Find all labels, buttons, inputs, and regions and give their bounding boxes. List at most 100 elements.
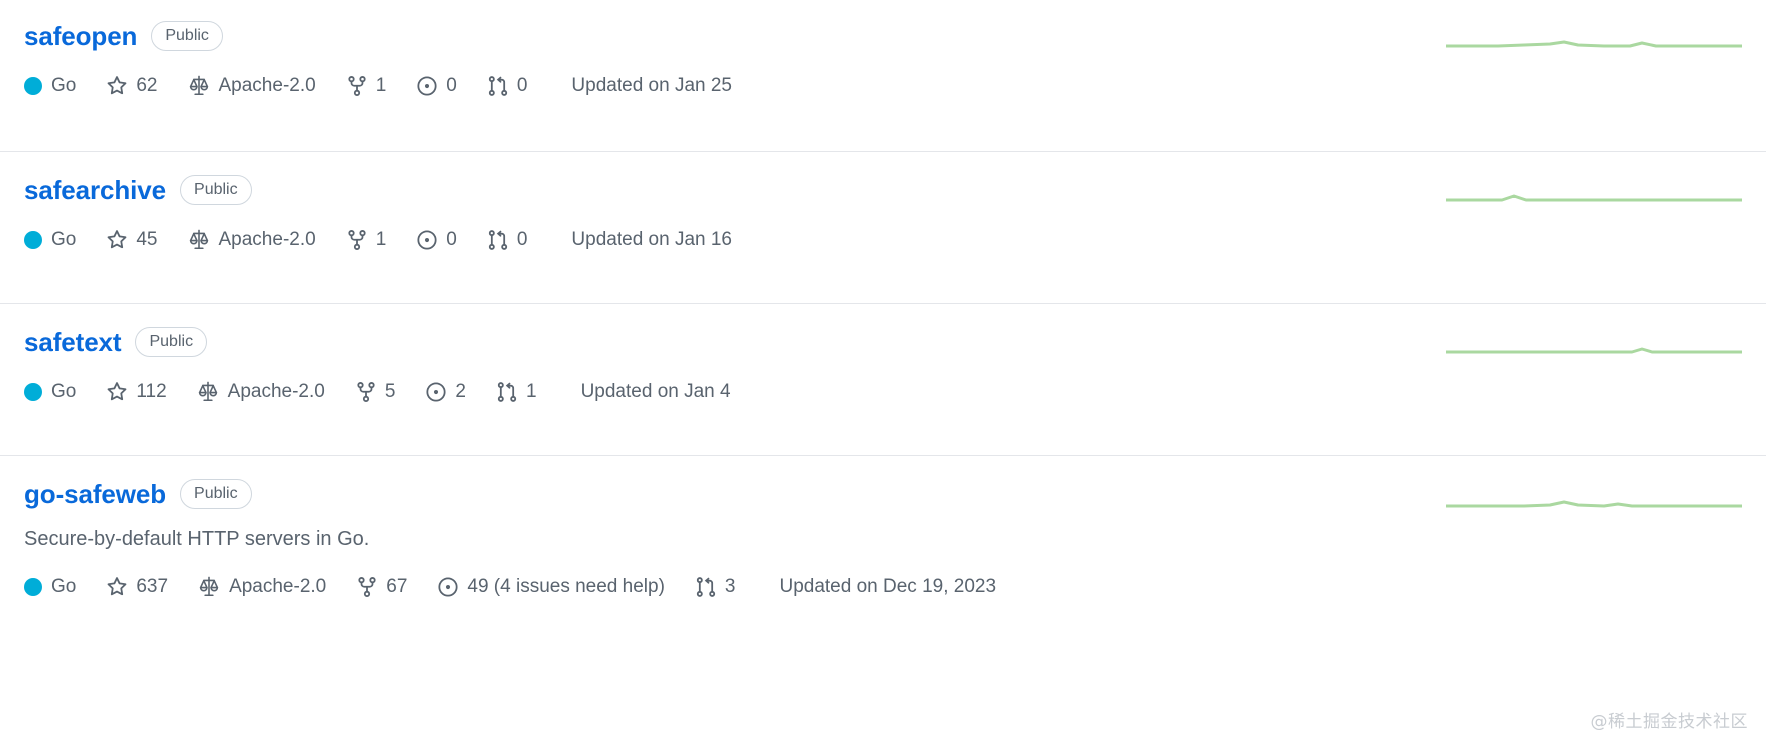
updated-timestamp: Updated on Jan 25 — [571, 75, 732, 96]
activity-graph — [1442, 20, 1742, 56]
repo-forked-icon — [356, 576, 378, 598]
issues-count: 0 — [446, 75, 457, 96]
issue-opened-icon — [425, 381, 447, 403]
repository-metadata: Go 637 Apache-2.0 67 49 (4 issues need h… — [24, 576, 1412, 598]
activity-sparkline — [1446, 347, 1742, 354]
license-label: Apache-2.0 — [229, 576, 327, 597]
repository-name-link[interactable]: safearchive — [24, 174, 166, 207]
repository-details: safearchive Public Go 45 Apache-2.0 1 0 … — [24, 174, 1412, 251]
stars-count: 112 — [136, 381, 167, 402]
language-indicator: Go — [24, 577, 76, 596]
repository-title-line: safearchive Public — [24, 174, 1412, 207]
stars-counter[interactable]: 62 — [106, 75, 158, 97]
law-scale-icon — [197, 381, 219, 403]
sparkline-path — [1446, 347, 1742, 354]
language-indicator: Go — [24, 76, 76, 95]
language-color-dot — [24, 382, 42, 401]
license-label: Apache-2.0 — [218, 229, 316, 250]
repository-list: safeopen Public Go 62 Apache-2.0 1 0 0 U… — [0, 0, 1766, 740]
repository-row[interactable]: go-safeweb Public Secure-by-default HTTP… — [0, 456, 1766, 740]
updated-timestamp: Updated on Jan 16 — [571, 229, 732, 250]
repository-row[interactable]: safetext Public Go 112 Apache-2.0 5 2 1 … — [0, 304, 1766, 456]
repository-name-link[interactable]: go-safeweb — [24, 478, 166, 511]
law-scale-icon — [188, 229, 210, 251]
issues-counter[interactable]: 0 — [416, 75, 457, 97]
repository-list-page: safeopen Public Go 62 Apache-2.0 1 0 0 U… — [0, 0, 1766, 740]
visibility-badge: Public — [151, 21, 223, 52]
issue-opened-icon — [437, 576, 459, 598]
activity-sparkline — [1446, 40, 1742, 48]
stars-counter[interactable]: 112 — [106, 381, 167, 403]
issues-counter[interactable]: 0 — [416, 229, 457, 251]
visibility-badge: Public — [180, 175, 252, 206]
law-scale-icon — [188, 75, 210, 97]
activity-sparkline — [1446, 194, 1742, 202]
sparkline-path — [1446, 194, 1742, 202]
issues-count: 2 — [455, 381, 466, 402]
site-watermark: @稀土掘金技术社区 — [1590, 712, 1748, 732]
star-icon — [106, 229, 128, 251]
stars-counter[interactable]: 637 — [106, 576, 168, 598]
repository-metadata: Go 45 Apache-2.0 1 0 0 Updated on Jan 16 — [24, 229, 1412, 251]
forks-counter[interactable]: 1 — [346, 229, 387, 251]
repository-details: safeopen Public Go 62 Apache-2.0 1 0 0 U… — [24, 20, 1412, 97]
star-icon — [106, 75, 128, 97]
visibility-badge: Public — [135, 327, 208, 358]
repo-forked-icon — [346, 229, 368, 251]
pull-requests-counter[interactable]: 3 — [695, 576, 736, 598]
pull-requests-count: 0 — [516, 229, 528, 250]
law-scale-icon — [198, 576, 220, 598]
issues-count: 49 (4 issues need help) — [467, 576, 665, 597]
repo-forked-icon — [355, 381, 377, 403]
forks-counter[interactable]: 5 — [355, 381, 396, 403]
stars-counter[interactable]: 45 — [106, 229, 158, 251]
issues-counter[interactable]: 2 — [425, 381, 466, 403]
pull-requests-counter[interactable]: 0 — [487, 229, 528, 251]
issues-counter[interactable]: 49 (4 issues need help) — [437, 576, 665, 598]
language-color-dot — [24, 577, 42, 596]
repository-name-link[interactable]: safetext — [24, 326, 122, 359]
pull-requests-count: 0 — [516, 75, 528, 96]
pull-requests-counter[interactable]: 0 — [487, 75, 528, 97]
language-label: Go — [51, 381, 77, 402]
repository-name-link[interactable]: safeopen — [24, 20, 137, 53]
pull-requests-count: 3 — [724, 576, 736, 597]
forks-count: 1 — [375, 75, 387, 96]
forks-count: 67 — [386, 576, 408, 597]
stars-count: 62 — [136, 75, 158, 96]
git-pull-request-icon — [695, 576, 717, 598]
repository-title-line: go-safeweb Public — [24, 478, 1412, 511]
star-icon — [106, 576, 128, 598]
repository-description: Secure-by-default HTTP servers in Go. — [24, 527, 370, 550]
language-color-dot — [24, 76, 42, 95]
git-pull-request-icon — [487, 75, 509, 97]
forks-count: 5 — [384, 381, 396, 402]
license-info: Apache-2.0 — [188, 229, 316, 251]
visibility-badge: Public — [180, 479, 252, 510]
pull-requests-counter[interactable]: 1 — [496, 381, 537, 403]
forks-counter[interactable]: 67 — [356, 576, 407, 598]
updated-timestamp: Updated on Jan 4 — [580, 381, 731, 402]
stars-count: 637 — [136, 576, 169, 597]
updated-timestamp: Updated on Dec 19, 2023 — [779, 576, 997, 597]
activity-sparkline — [1446, 500, 1742, 508]
repository-metadata: Go 112 Apache-2.0 5 2 1 Updated on Jan 4 — [24, 381, 1412, 403]
repository-row[interactable]: safearchive Public Go 45 Apache-2.0 1 0 … — [0, 152, 1766, 304]
git-pull-request-icon — [487, 229, 509, 251]
forks-count: 1 — [375, 229, 387, 250]
license-label: Apache-2.0 — [227, 381, 325, 402]
language-indicator: Go — [24, 230, 76, 249]
issue-opened-icon — [416, 229, 438, 251]
repository-details: safetext Public Go 112 Apache-2.0 5 2 1 … — [24, 326, 1412, 403]
star-icon — [106, 381, 128, 403]
repository-details: go-safeweb Public Secure-by-default HTTP… — [24, 478, 1412, 598]
activity-graph — [1442, 174, 1742, 210]
license-info: Apache-2.0 — [197, 381, 325, 403]
repository-row[interactable]: safeopen Public Go 62 Apache-2.0 1 0 0 U… — [0, 0, 1766, 152]
language-label: Go — [51, 229, 77, 250]
issues-count: 0 — [446, 229, 457, 250]
language-indicator: Go — [24, 382, 76, 401]
license-label: Apache-2.0 — [218, 75, 316, 96]
repo-forked-icon — [346, 75, 368, 97]
forks-counter[interactable]: 1 — [346, 75, 387, 97]
